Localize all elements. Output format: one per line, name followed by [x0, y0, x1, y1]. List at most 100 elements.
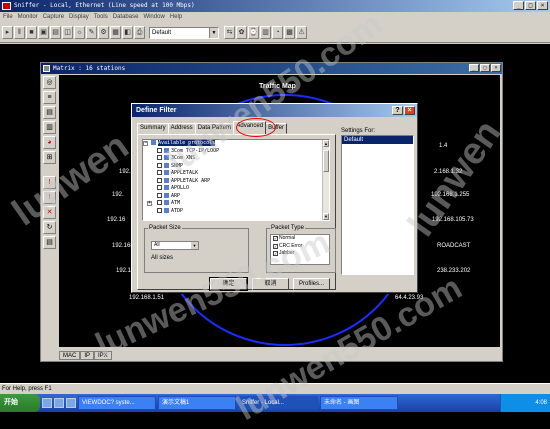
menu-capture[interactable]: Capture: [43, 12, 64, 22]
checkbox[interactable]: [157, 200, 162, 205]
menu-tools[interactable]: Tools: [94, 12, 108, 22]
packet-size-select[interactable]: All ▼: [151, 241, 199, 250]
checkbox-checked[interactable]: ✓: [273, 243, 278, 249]
taskbar-item[interactable]: VIEWDOC? syste...: [78, 396, 156, 410]
app-response-icon[interactable]: ⌚: [248, 26, 259, 39]
pause-capture-icon[interactable]: ‖: [14, 26, 25, 39]
start-button[interactable]: 开始: [0, 394, 40, 412]
quicklaunch-desktop-icon[interactable]: [54, 398, 64, 408]
ok-button[interactable]: 确定: [209, 277, 248, 291]
station-label[interactable]: 192.: [112, 192, 124, 198]
station-label[interactable]: 192.168.1.255: [431, 192, 469, 198]
tab-data-pattern[interactable]: Data Pattern: [194, 123, 235, 134]
station-label[interactable]: 64.4.23.93: [395, 295, 423, 301]
quicklaunch-media-icon[interactable]: [66, 398, 76, 408]
host-table-icon[interactable]: ⇆: [224, 26, 235, 39]
menu-monitor[interactable]: Monitor: [18, 12, 38, 22]
display-icon[interactable]: ▤: [50, 26, 61, 39]
station-label[interactable]: 192.: [119, 169, 131, 175]
tree-root[interactable]: − Available protocols: [143, 140, 329, 148]
station-label[interactable]: 1.4: [439, 143, 447, 149]
packet-type-item[interactable]: ✓ CRC Error: [271, 243, 329, 251]
matrix-maximize-button[interactable]: □: [480, 64, 490, 72]
cancel-button[interactable]: 取消: [252, 278, 289, 290]
station-label[interactable]: 2.168.1.32: [434, 169, 462, 175]
station-label[interactable]: 192.1: [116, 268, 131, 274]
protocol-item[interactable]: 3Com TCP-IP/LOOP: [143, 147, 329, 156]
settings-for-list[interactable]: Default: [341, 135, 414, 275]
protocol-item[interactable]: APPLETALK: [143, 170, 329, 178]
protocol-item[interactable]: ARP: [143, 192, 329, 201]
station-label[interactable]: 192.16: [107, 217, 125, 223]
protocol-item[interactable]: + ATM: [143, 200, 329, 208]
monitor-icon[interactable]: ▦: [110, 26, 121, 39]
packet-type-item[interactable]: ✓ Normal: [271, 235, 329, 243]
checkbox[interactable]: [157, 147, 162, 153]
address-book-icon[interactable]: ✎: [86, 26, 97, 39]
list-icon[interactable]: ▤: [43, 236, 56, 249]
stop-capture-icon[interactable]: ■: [26, 26, 37, 39]
dialog-close-button[interactable]: ×: [404, 106, 415, 115]
capture-panel-icon[interactable]: ◫: [62, 26, 73, 39]
print-icon[interactable]: ⎙: [134, 26, 145, 39]
pie-chart-icon[interactable]: ◕: [43, 136, 56, 149]
checkbox[interactable]: [157, 185, 162, 190]
matrix-icon[interactable]: ✿: [236, 26, 247, 39]
scroll-thumb[interactable]: [323, 150, 329, 172]
protocol-item[interactable]: SNMP: [143, 162, 329, 171]
detail-view-icon[interactable]: ▤: [43, 106, 56, 119]
menu-display[interactable]: Display: [69, 12, 89, 22]
clock[interactable]: 4:08: [535, 400, 547, 406]
protocol-item[interactable]: APPLETALK ARP: [143, 177, 329, 186]
start-capture-icon[interactable]: ▸: [2, 26, 13, 39]
bar-chart-icon[interactable]: ▥: [43, 121, 56, 134]
matrix-close-button[interactable]: ×: [491, 64, 501, 72]
menu-file[interactable]: File: [3, 12, 13, 22]
station-label[interactable]: 192.168.1.51: [129, 295, 164, 301]
minimize-button[interactable]: _: [513, 1, 524, 10]
warning-icon[interactable]: !: [43, 191, 56, 204]
checkbox[interactable]: [157, 177, 162, 183]
profile-select[interactable]: Default ▼: [149, 26, 219, 39]
checkbox[interactable]: [157, 192, 162, 198]
tab-address[interactable]: Address: [167, 123, 196, 134]
options-icon[interactable]: ⊞: [43, 151, 56, 164]
checkbox[interactable]: [157, 207, 162, 213]
settings-item-default[interactable]: Default: [342, 136, 413, 144]
app-titlebar[interactable]: Sniffer - Local, Ethernet (Line speed at…: [0, 0, 550, 12]
checkbox-checked[interactable]: ✓: [273, 236, 278, 241]
matrix-minimize-button[interactable]: _: [469, 64, 479, 72]
menu-database[interactable]: Database: [113, 12, 139, 22]
checkbox-checked[interactable]: ✓: [273, 251, 278, 256]
protocol-item[interactable]: ATDP: [143, 207, 329, 216]
outline-view-icon[interactable]: ≡: [43, 91, 56, 104]
station-label[interactable]: ROADCAST: [437, 243, 470, 249]
matrix-titlebar[interactable]: Matrix : 16 stations _ □ ×: [41, 63, 502, 74]
checkbox[interactable]: [157, 155, 162, 160]
global-stats-icon[interactable]: ▩: [284, 26, 295, 39]
checkbox[interactable]: [157, 162, 162, 168]
tab-ipx[interactable]: IPX: [94, 351, 112, 360]
packet-type-list[interactable]: ✓ Normal ✓ CRC Error ✓ Jabber: [270, 234, 330, 265]
taskbar-item[interactable]: 演示文稿1: [158, 396, 236, 410]
chevron-down-icon[interactable]: ▼: [191, 242, 198, 249]
dialog-help-button[interactable]: ?: [392, 106, 403, 115]
tab-ip[interactable]: IP: [80, 351, 95, 360]
menu-window[interactable]: Window: [143, 12, 164, 22]
delete-icon[interactable]: ✕: [43, 206, 56, 219]
alert-icon[interactable]: !: [43, 176, 56, 189]
taskbar-item-active[interactable]: Sniffer - Local...: [238, 396, 318, 410]
expand-icon[interactable]: +: [147, 201, 152, 206]
packet-gen-icon[interactable]: ⚙: [98, 26, 109, 39]
profiles-button[interactable]: Profiles...: [293, 278, 330, 290]
alarm-log-icon[interactable]: ⚠: [296, 26, 307, 39]
collapse-icon[interactable]: −: [143, 141, 148, 146]
scroll-up-icon[interactable]: ▲: [323, 140, 329, 147]
protocol-item[interactable]: 3Com XNS: [143, 155, 329, 163]
refresh-icon[interactable]: ↻: [43, 221, 56, 234]
protocol-item[interactable]: APOLLO: [143, 185, 329, 193]
menu-help[interactable]: Help: [170, 12, 182, 22]
station-label[interactable]: 192.168.105.73: [432, 217, 474, 223]
tree-scrollbar[interactable]: ▲ ▼: [322, 140, 329, 220]
scroll-down-icon[interactable]: ▼: [323, 213, 329, 220]
